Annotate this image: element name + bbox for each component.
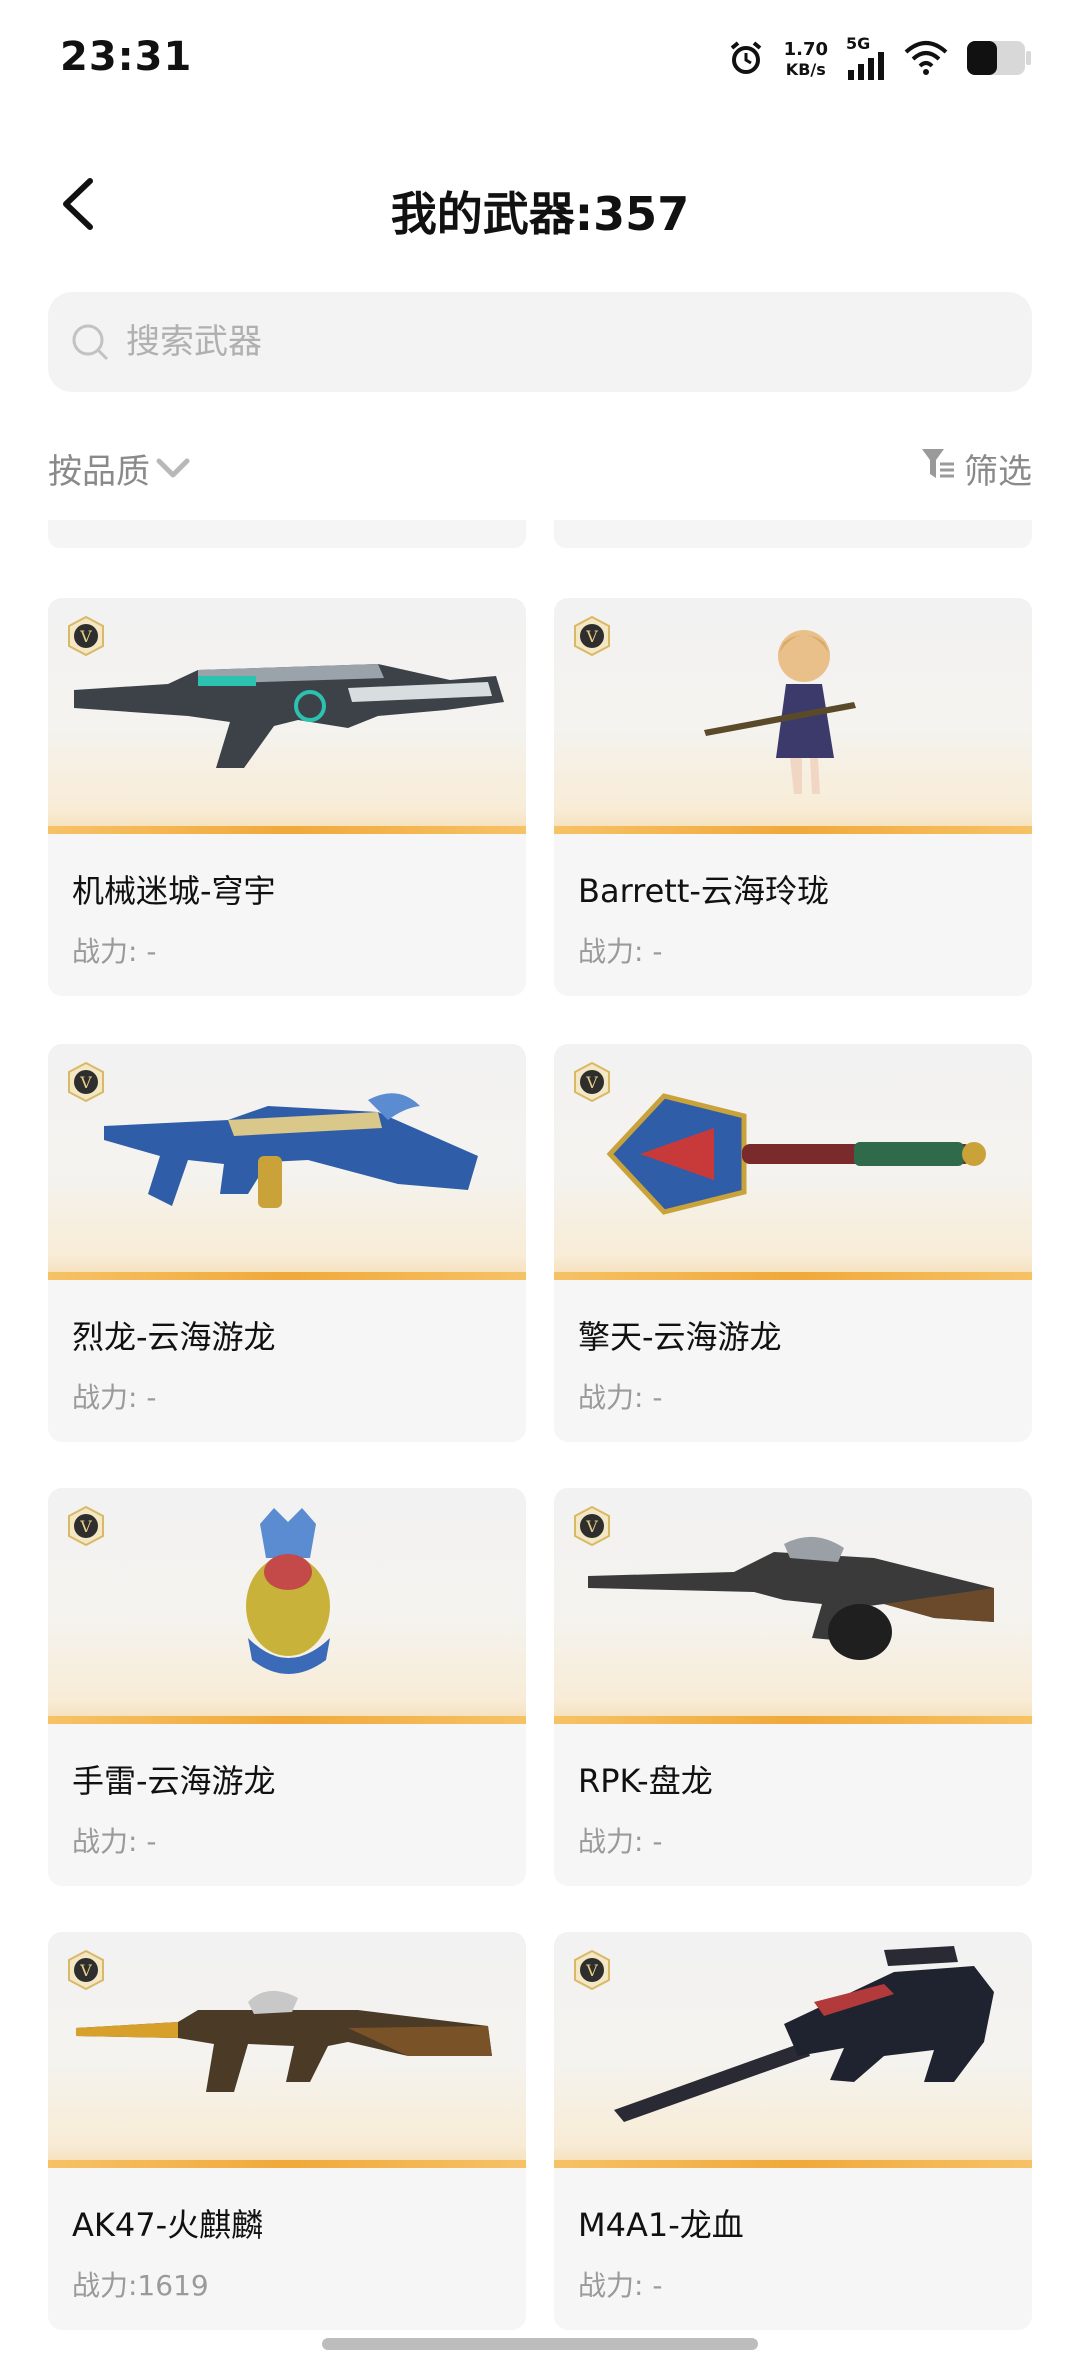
status-time: 23:31: [60, 34, 193, 80]
weapon-power: 战力: -: [578, 2269, 663, 2302]
weapon-name: 擎天-云海游龙: [578, 1318, 782, 1356]
weapon-power: 战力: -: [72, 935, 157, 968]
weapon-card[interactable]: V 擎天-云海游龙 战力: -: [554, 1044, 1032, 1442]
v-badge-icon: V: [574, 1506, 610, 1546]
dragon-shovel-image: [606, 1093, 986, 1215]
weapon-card[interactable]: V M4A1-龙血 战力: -: [554, 1932, 1032, 2330]
weapon-name: 手雷-云海游龙: [72, 1762, 276, 1800]
v-badge-icon: V: [68, 616, 104, 656]
weapon-image: V: [48, 1932, 526, 2168]
v-badge-icon: V: [574, 1950, 610, 1990]
weapon-card[interactable]: V Barrett-云海玲珑 战力: -: [554, 598, 1032, 996]
weapon-name: M4A1-龙血: [578, 2206, 744, 2244]
dragon-smg-image: [104, 1093, 478, 1208]
weapon-power: 战力: -: [578, 1825, 663, 1858]
weapon-card[interactable]: V RPK-盘龙 战力: -: [554, 1488, 1032, 1886]
status-icons: 1.70 KB/s 5G: [726, 36, 1032, 84]
weapon-card[interactable]: V 手雷-云海游龙 战力: -: [48, 1488, 526, 1886]
weapon-image: V: [554, 598, 1032, 834]
weapon-card[interactable]: V AK47-火麒麟 战力:1619: [48, 1932, 526, 2330]
weapon-card[interactable]: V 烈龙-云海游龙 战力: -: [48, 1044, 526, 1442]
weapon-card[interactable]: V 机械迷城-穹宇 战力: -: [48, 598, 526, 996]
filter-button[interactable]: 筛选: [920, 438, 1032, 498]
v-badge-icon: V: [68, 1506, 104, 1546]
svg-text:V: V: [79, 1961, 92, 1980]
weapon-image: V: [554, 1932, 1032, 2168]
weapon-power: 战力:1619: [72, 2269, 209, 2302]
battery-icon: [966, 40, 1032, 80]
sort-by-quality-dropdown[interactable]: 按品质: [48, 438, 190, 498]
partial-card-top: [48, 520, 526, 548]
weapon-image: V: [554, 1488, 1032, 1724]
filter-label: 筛选: [964, 451, 1032, 492]
search-box[interactable]: [48, 292, 1032, 392]
status-bar: 23:31 1.70 KB/s 5G: [0, 0, 1080, 120]
m4a1-image: [614, 1946, 994, 2122]
net-speed: 1.70 KB/s: [784, 40, 828, 80]
svg-text:V: V: [585, 1517, 598, 1536]
rifle-image: [74, 664, 504, 768]
character-image: [704, 630, 856, 794]
partial-card-top: [554, 520, 1032, 548]
weapon-image: V: [48, 1488, 526, 1724]
weapon-power: 战力: -: [578, 935, 663, 968]
alarm-icon: [726, 38, 766, 82]
svg-text:V: V: [585, 627, 598, 646]
weapon-power: 战力: -: [72, 1825, 157, 1858]
chevron-down-icon: [156, 448, 190, 488]
svg-text:V: V: [585, 1073, 598, 1092]
v-badge-icon: V: [574, 616, 610, 656]
weapon-image: V: [48, 1044, 526, 1280]
v-badge-icon: V: [68, 1062, 104, 1102]
signal-icon: [846, 52, 886, 84]
weapon-name: 机械迷城-穹宇: [72, 872, 276, 910]
search-icon: [70, 322, 110, 362]
search-input[interactable]: [124, 321, 1008, 363]
svg-text:V: V: [585, 1961, 598, 1980]
v-badge-icon: V: [68, 1950, 104, 1990]
home-indicator[interactable]: [322, 2338, 758, 2350]
rpk-image: [588, 1536, 994, 1660]
wifi-icon: [904, 40, 948, 80]
svg-text:V: V: [79, 1073, 92, 1092]
network-type: 5G: [846, 34, 871, 53]
weapon-name: Barrett-云海玲珑: [578, 872, 829, 910]
net-speed-value: 1.70: [783, 39, 828, 60]
dragon-grenade-image: [246, 1508, 330, 1674]
weapon-image: V: [554, 1044, 1032, 1280]
sort-label: 按品质: [48, 451, 150, 492]
header: 我的武器:357: [0, 150, 1080, 260]
weapon-power: 战力: -: [578, 1381, 663, 1414]
ak47-image: [76, 1990, 492, 2092]
weapon-power: 战力: -: [72, 1381, 157, 1414]
svg-text:V: V: [79, 627, 92, 646]
weapon-name: AK47-火麒麟: [72, 2206, 264, 2244]
weapon-name: RPK-盘龙: [578, 1762, 713, 1800]
svg-text:V: V: [79, 1517, 92, 1536]
filter-icon: [920, 446, 956, 491]
signal-group: 5G: [846, 36, 886, 84]
page-title: 我的武器:357: [390, 187, 690, 241]
net-speed-unit: KB/s: [785, 60, 826, 79]
weapon-image: V: [48, 598, 526, 834]
weapon-name: 烈龙-云海游龙: [72, 1318, 276, 1356]
v-badge-icon: V: [574, 1062, 610, 1102]
